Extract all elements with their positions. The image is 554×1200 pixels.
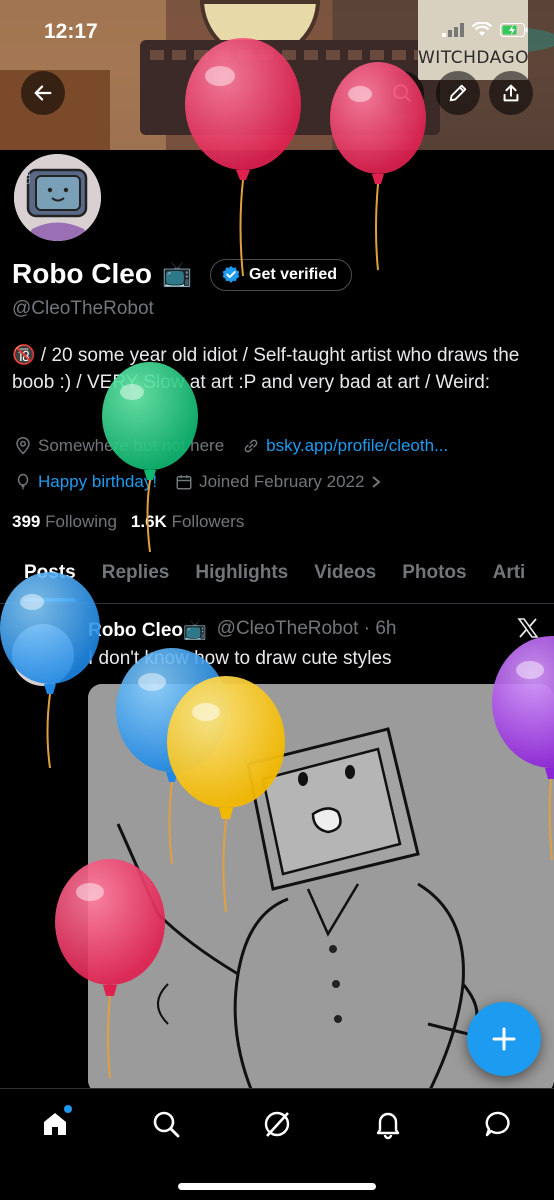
profile-bio: 🔞 / 20 some year old idiot / Self-taught… — [12, 345, 520, 393]
balloon-purple — [492, 636, 554, 860]
share-button[interactable] — [489, 71, 533, 115]
tab-articles[interactable]: Arti — [493, 558, 526, 603]
following-count: 399 — [12, 512, 41, 531]
grok-icon — [264, 1111, 290, 1137]
chevron-right-icon — [372, 476, 382, 488]
tab-photos[interactable]: Photos — [402, 558, 466, 603]
search-icon — [153, 1111, 180, 1138]
profile-handle: @CleoTheRobot — [12, 298, 154, 319]
profile-avatar[interactable]: CLEO — [10, 150, 105, 245]
balloon-green — [102, 362, 198, 552]
nav-home[interactable] — [38, 1105, 72, 1141]
display-name: Robo Cleo — [12, 258, 152, 289]
balloon-blue-1 — [0, 572, 100, 768]
home-indicator[interactable] — [178, 1183, 376, 1190]
robot-avatar-art: CLEO — [14, 154, 101, 241]
battery-icon — [500, 22, 528, 37]
edit-profile-button[interactable] — [436, 71, 480, 115]
back-button[interactable] — [21, 71, 65, 115]
website-link[interactable]: bsky.app/profile/cleoth... — [266, 436, 448, 456]
tab-replies[interactable]: Replies — [102, 558, 170, 603]
balloon-red-3 — [55, 859, 165, 1078]
cellular-icon — [442, 22, 464, 37]
status-time: 12:17 — [44, 20, 98, 43]
joined-item[interactable]: Joined February 2022 — [175, 472, 382, 492]
avatar-image: CLEO — [14, 154, 101, 241]
balloon-icon — [17, 473, 29, 490]
tab-videos[interactable]: Videos — [314, 558, 376, 603]
share-icon — [503, 84, 519, 102]
balloon-red-2 — [330, 62, 426, 270]
back-arrow-icon — [34, 85, 52, 101]
home-notification-dot — [64, 1105, 72, 1113]
wifi-icon — [472, 22, 492, 36]
nav-grok[interactable] — [260, 1107, 294, 1141]
post-author-name[interactable]: Robo Cleo📺 — [88, 618, 207, 642]
website-item[interactable]: bsky.app/profile/cleoth... — [242, 436, 448, 456]
status-icons — [442, 22, 528, 37]
balloon-red-1 — [185, 38, 301, 276]
display-name-row: Robo Cleo 📺 — [12, 258, 192, 290]
nav-search[interactable] — [149, 1107, 183, 1141]
post-header: Robo Cleo📺 @CleoTheRobot · 6h — [88, 618, 396, 642]
messages-icon — [485, 1111, 510, 1137]
svg-text:CLEO: CLEO — [25, 168, 32, 184]
bell-icon — [376, 1112, 400, 1140]
pencil-icon — [449, 84, 467, 102]
nav-notifications[interactable] — [371, 1107, 405, 1141]
post-author-handle: @CleoTheRobot · 6h — [216, 618, 397, 639]
joined-text: Joined February 2022 — [199, 472, 365, 491]
nav-messages[interactable] — [482, 1107, 516, 1141]
tab-highlights[interactable]: Highlights — [195, 558, 288, 603]
plus-icon — [492, 1027, 516, 1051]
compose-button[interactable] — [467, 1002, 541, 1076]
meta-row-1: Somewhere but not here bsky.app/profile/… — [14, 436, 448, 456]
balloon-yellow — [167, 676, 285, 912]
link-icon — [244, 439, 258, 453]
location-pin-icon — [16, 437, 30, 455]
